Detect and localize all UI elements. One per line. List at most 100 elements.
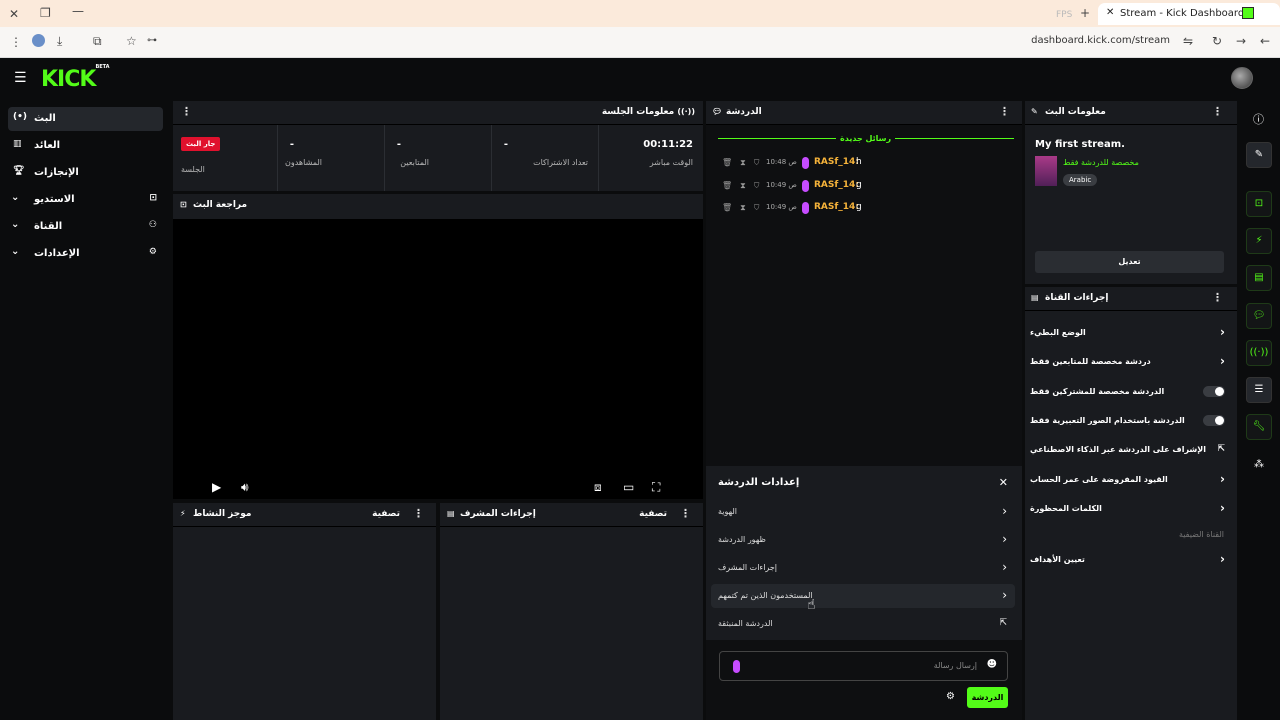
new-tab-icon[interactable]: + xyxy=(1080,6,1090,20)
settings-row-muted-users[interactable]: المستخدمون الذين تم كتمهم › xyxy=(711,584,1015,608)
hamburger-menu-icon[interactable]: ☰ xyxy=(14,70,27,86)
mod-tools-icon[interactable]: 🗑︎⧗⛉ xyxy=(722,181,768,191)
sidebar-item-achievements[interactable]: 🏆︎ الإنجازات xyxy=(8,161,163,185)
download-icon[interactable]: ⤓ xyxy=(57,34,62,48)
chevron-right-icon: › xyxy=(1220,325,1225,339)
filter-button[interactable]: تصفية xyxy=(372,509,400,519)
panel-header: ⋮ معلومات الجلسة ((·)) xyxy=(173,101,703,125)
video-player[interactable] xyxy=(173,219,703,499)
edit-tool-icon[interactable]: ✎ xyxy=(1246,142,1272,168)
theater-icon[interactable]: ▭ xyxy=(623,480,634,494)
filter-button[interactable]: تصفية xyxy=(639,509,667,519)
revenue-icon: ▥ xyxy=(13,139,22,149)
stat-value: - xyxy=(289,139,294,150)
sidebar-item-settings[interactable]: ⌄ الإعدادات ⚙ xyxy=(8,242,163,266)
close-icon[interactable]: ✕ xyxy=(999,476,1008,489)
message-username[interactable]: RASf_14: xyxy=(814,157,859,167)
studio-icon: ⊡ xyxy=(149,193,157,203)
category-link[interactable]: مخصصة للدردشة فقط xyxy=(1063,158,1139,167)
more-options-icon[interactable]: ⋮ xyxy=(10,35,22,49)
forward-icon[interactable]: → xyxy=(1236,34,1246,48)
chat-tool-icon[interactable]: 💬︎ xyxy=(1246,303,1272,329)
subscribers-only-toggle[interactable] xyxy=(1203,386,1225,397)
settings-row-popout-chat[interactable]: الدردشة المنبثقة ⇱ xyxy=(711,612,1015,636)
list-tool-icon[interactable]: ▤ xyxy=(1246,265,1272,291)
channel-action-banned-words[interactable]: الكلمات المحظورة › xyxy=(1030,498,1225,520)
broadcast-tool-icon[interactable]: ((·)) xyxy=(1246,340,1272,366)
row-label: دردشة مخصصة للمتابعين فقط xyxy=(1030,357,1151,366)
volume-icon[interactable]: 🔊︎ xyxy=(241,480,249,495)
extensions-icon[interactable]: ⧉ xyxy=(93,34,102,48)
sidebar-item-stream[interactable]: (•) البث xyxy=(8,107,163,131)
emotes-only-toggle[interactable] xyxy=(1203,415,1225,426)
channel-action-emotes-only[interactable]: الدردشة باستخدام الصور التعبيرية فقط xyxy=(1030,410,1225,432)
back-icon[interactable]: ← xyxy=(1260,34,1270,48)
trophy-icon: 🏆︎ xyxy=(13,166,25,176)
panel-header: ▤ إجراءات المشرف تصفية ⋮ xyxy=(440,503,703,527)
channel-action-followers-only[interactable]: دردشة مخصصة للمتابعين فقط › xyxy=(1030,351,1225,373)
minimize-window-icon[interactable]: — xyxy=(72,4,84,18)
kebab-menu-icon[interactable]: ⋮ xyxy=(680,508,691,520)
site-info-icon[interactable]: ⊶ xyxy=(147,34,157,48)
settings-row-mod-actions[interactable]: إجراءات المشرف › xyxy=(711,556,1015,580)
chat-settings-gear-icon[interactable]: ⚙ xyxy=(946,691,955,702)
kebab-menu-icon[interactable]: ⋮ xyxy=(413,508,424,520)
panel-header: ▤ إجراءات القناة ⋮ xyxy=(1025,287,1237,311)
mod-tools-icon[interactable]: 🗑︎⧗⛉ xyxy=(722,158,768,168)
stat-label: المشاهدون xyxy=(284,158,322,167)
channel-action-subscribers-only[interactable]: الدردشة مخصصة للمشتركين فقط xyxy=(1030,381,1225,403)
kebab-menu-icon[interactable]: ⋮ xyxy=(1212,292,1223,304)
broadcast-icon: (•) xyxy=(13,112,27,122)
stat-viewers: - المشاهدون xyxy=(277,125,384,191)
channel-action-account-age[interactable]: القيود المفروضة على عمر الحساب › xyxy=(1030,469,1225,491)
chat-input[interactable]: إرسال رسالة ☻ xyxy=(719,651,1008,681)
restore-window-icon[interactable]: ❐ xyxy=(40,6,51,20)
channel-action-set-goals[interactable]: تعيين الأهداف › xyxy=(1030,549,1225,571)
close-tab-icon[interactable]: ✕ xyxy=(1106,7,1114,18)
kick-logo[interactable]: KICKBETA xyxy=(41,64,110,92)
stream-info-panel: ✎ معلومات البث ⋮ My first stream. مخصصة … xyxy=(1025,101,1237,284)
kebab-menu-icon[interactable]: ⋮ xyxy=(181,106,192,118)
reload-icon[interactable]: ↻ xyxy=(1212,34,1222,48)
sidebar-item-studio[interactable]: ⌄ الاستديو ⊡ xyxy=(8,188,163,212)
wrench-tool-icon[interactable]: 🔧︎ xyxy=(1246,414,1272,440)
close-window-icon[interactable]: ✕ xyxy=(9,7,19,21)
tune-icon[interactable]: ⇋ xyxy=(1183,34,1193,48)
panel-header: ✎ معلومات البث ⋮ xyxy=(1025,101,1237,125)
play-icon[interactable]: ▶ xyxy=(212,480,221,494)
row-label: الدردشة مخصصة للمشتركين فقط xyxy=(1030,387,1165,396)
emoji-icon[interactable]: ☻ xyxy=(987,659,997,670)
channel-action-ai-moderation[interactable]: الإشراف على الدردشة عبر الذكاء الاصطناعي… xyxy=(1030,439,1225,461)
browser-tab[interactable]: ✕ Stream - Kick Dashboard xyxy=(1098,3,1280,25)
message-username[interactable]: RASf_14: xyxy=(814,180,859,190)
avatar[interactable] xyxy=(1231,67,1253,89)
settings-row-chat-appearance[interactable]: ظهور الدردشة › xyxy=(711,528,1015,552)
info-icon[interactable]: ⓘ xyxy=(1253,111,1264,127)
external-link-icon: ⇱ xyxy=(999,618,1007,628)
settings-row-identity[interactable]: الهوية › xyxy=(711,500,1015,524)
lightning-tool-icon[interactable]: ⚡︎ xyxy=(1246,228,1272,254)
bookmark-star-icon[interactable]: ☆ xyxy=(126,34,137,48)
panel-title: معلومات الجلسة ((·)) xyxy=(601,107,695,117)
kebab-menu-icon[interactable]: ⋮ xyxy=(1212,106,1223,118)
sidebar-item-channel[interactable]: ⌄ القناة ⚇ xyxy=(8,215,163,239)
gear-icon: ⚙ xyxy=(148,247,157,257)
send-chat-button[interactable]: الدردشة xyxy=(967,687,1008,708)
right-tool-rail: ⓘ ✎ ⊡ ⚡︎ ▤ 💬︎ ((·)) ☰ 🔧︎ ⁂ xyxy=(1240,101,1280,720)
studio-tool-icon[interactable]: ⊡ xyxy=(1246,191,1272,217)
server-tool-icon[interactable]: ☰ xyxy=(1246,377,1272,403)
pip-icon[interactable]: ⧈ xyxy=(594,480,602,495)
sidebar-item-label: الإنجازات xyxy=(34,167,79,178)
more-tools-icon[interactable]: ⁂ xyxy=(1254,459,1264,470)
fullscreen-icon[interactable]: ⛶ xyxy=(652,480,660,495)
stream-preview-panel: ⊡ مراجعة البث xyxy=(173,194,703,219)
url-text[interactable]: dashboard.kick.com/stream xyxy=(1031,35,1170,46)
kebab-menu-icon[interactable]: ⋮ xyxy=(999,106,1010,118)
sidebar-item-revenue[interactable]: ▥ العائد xyxy=(8,134,163,158)
category-thumbnail xyxy=(1035,156,1057,186)
mod-tools-icon[interactable]: 🗑︎⧗⛉ xyxy=(722,203,768,213)
message-username[interactable]: RASf_14: xyxy=(814,202,859,212)
profile-icon[interactable] xyxy=(32,34,45,47)
channel-action-slow-mode[interactable]: الوضع البطيء › xyxy=(1030,322,1225,344)
edit-button[interactable]: تعديل xyxy=(1035,251,1224,273)
